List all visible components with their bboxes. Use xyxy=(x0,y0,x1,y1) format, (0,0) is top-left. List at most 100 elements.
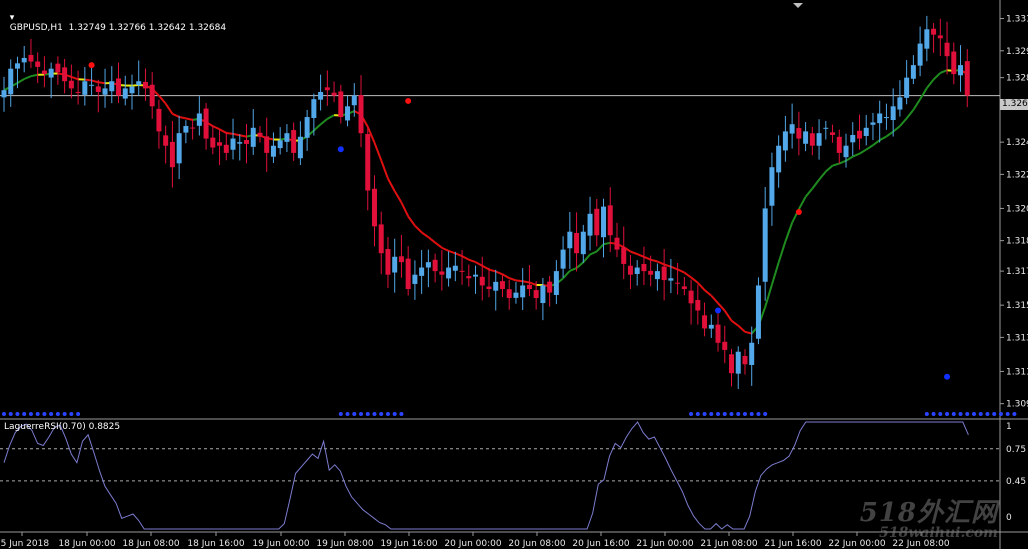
candlestick-series xyxy=(1,15,970,390)
ma-segment xyxy=(178,115,187,120)
ma-segment xyxy=(737,324,746,333)
ma-segment xyxy=(770,262,780,285)
ma-segment xyxy=(899,117,908,127)
candle xyxy=(203,103,209,150)
candle-body xyxy=(8,68,14,95)
candle-body xyxy=(190,127,196,129)
candle xyxy=(722,325,728,364)
candle-body xyxy=(452,265,458,271)
y-tick-label: 1.311 xyxy=(1006,367,1028,377)
bottom-marker xyxy=(978,412,983,416)
candle-body xyxy=(324,87,330,91)
candle-body xyxy=(196,113,202,126)
candle-body xyxy=(816,133,822,146)
candle-body xyxy=(843,145,849,158)
x-tick-label: 15 Jun 2018 xyxy=(0,539,49,549)
bottom-marker xyxy=(985,412,990,416)
bottom-marker xyxy=(385,412,390,416)
ma-segment xyxy=(481,264,490,271)
bottom-marker xyxy=(352,412,357,416)
candle-body xyxy=(122,88,128,99)
candle-body xyxy=(405,258,411,290)
bottom-marker xyxy=(365,412,370,416)
candle-body xyxy=(129,86,135,94)
x-tick-label: 21 Jun 16:00 xyxy=(764,539,821,549)
candle-body xyxy=(392,256,398,273)
candle-body xyxy=(661,266,667,281)
candle xyxy=(365,126,371,211)
candle xyxy=(270,132,276,163)
candle-body xyxy=(958,65,964,76)
ma-segment xyxy=(730,319,739,327)
candle xyxy=(755,277,761,345)
y-tick-label: 1.320 xyxy=(1006,204,1028,214)
candle xyxy=(580,224,586,263)
candle xyxy=(897,80,903,117)
bottom-marker-row xyxy=(2,412,1017,416)
candle-body xyxy=(264,136,270,153)
ma-segment xyxy=(892,125,901,133)
candle xyxy=(371,175,377,247)
candle-body xyxy=(75,91,81,93)
symbol-header[interactable]: ▾ GBPUSD,H1 1.32749 1.32766 1.32642 1.32… xyxy=(4,3,226,33)
candle xyxy=(964,49,970,108)
candle xyxy=(156,99,162,149)
ma-segment xyxy=(219,128,227,134)
x-tick-label: 21 Jun 08:00 xyxy=(700,539,757,549)
bottom-marker xyxy=(951,412,956,416)
chart-canvas[interactable]: 1.331 1.329 1.328 1.326 1.324 1.322 1.320 1.318… xyxy=(0,0,1028,549)
ma-segment xyxy=(515,279,523,283)
candle xyxy=(870,112,876,141)
ma-segment xyxy=(650,258,658,263)
ma-segment xyxy=(926,78,935,89)
bottom-marker xyxy=(379,412,384,416)
candle-body xyxy=(1,90,7,98)
candle xyxy=(924,15,930,62)
candle-body xyxy=(446,267,452,279)
y-tick-label: 1.318 xyxy=(1006,237,1028,247)
candle-body xyxy=(331,92,337,96)
candle-body xyxy=(398,256,404,263)
watermark-sub: 518waihui.com xyxy=(879,525,998,541)
ma-segment xyxy=(71,75,79,81)
indicator-label: LaguerreRSI(0.70) 0.8825 xyxy=(4,422,121,432)
ma-segment xyxy=(811,179,820,190)
candle xyxy=(931,23,937,53)
candle-body xyxy=(769,167,775,206)
bottom-marker xyxy=(15,412,20,416)
candle xyxy=(277,127,283,155)
candle-body xyxy=(466,276,472,279)
triangle-down-icon[interactable]: ▾ xyxy=(10,13,15,23)
candle xyxy=(944,21,950,75)
candle-body xyxy=(587,213,593,236)
ma-segment xyxy=(663,263,672,268)
candle-body xyxy=(897,97,903,110)
candle-body xyxy=(345,106,351,121)
candle-body xyxy=(156,108,162,132)
ma-segment xyxy=(98,81,106,85)
candle-body xyxy=(270,145,276,157)
candle xyxy=(55,56,61,85)
bottom-marker xyxy=(76,412,81,416)
ma-segment xyxy=(427,236,436,244)
x-tick-label: 20 Jun 16:00 xyxy=(572,539,629,549)
bottom-marker xyxy=(742,412,747,416)
candle-body xyxy=(836,136,842,153)
candle-body xyxy=(82,81,88,95)
bottom-marker xyxy=(62,412,67,416)
candle-body xyxy=(695,299,701,311)
ma-segment xyxy=(313,123,322,132)
candle-body xyxy=(419,267,425,276)
ma-segment xyxy=(448,249,456,255)
candle-body xyxy=(654,271,660,280)
bottom-marker xyxy=(689,412,694,416)
bottom-marker xyxy=(945,412,950,416)
x-tick-label: 19 Jun 16:00 xyxy=(380,539,437,549)
candle xyxy=(48,62,54,99)
bottom-marker xyxy=(35,412,40,416)
candle-body xyxy=(499,281,505,290)
candle-body xyxy=(553,271,559,295)
ma-segment xyxy=(522,280,530,284)
candle xyxy=(176,115,182,180)
ma-segment xyxy=(784,222,794,242)
